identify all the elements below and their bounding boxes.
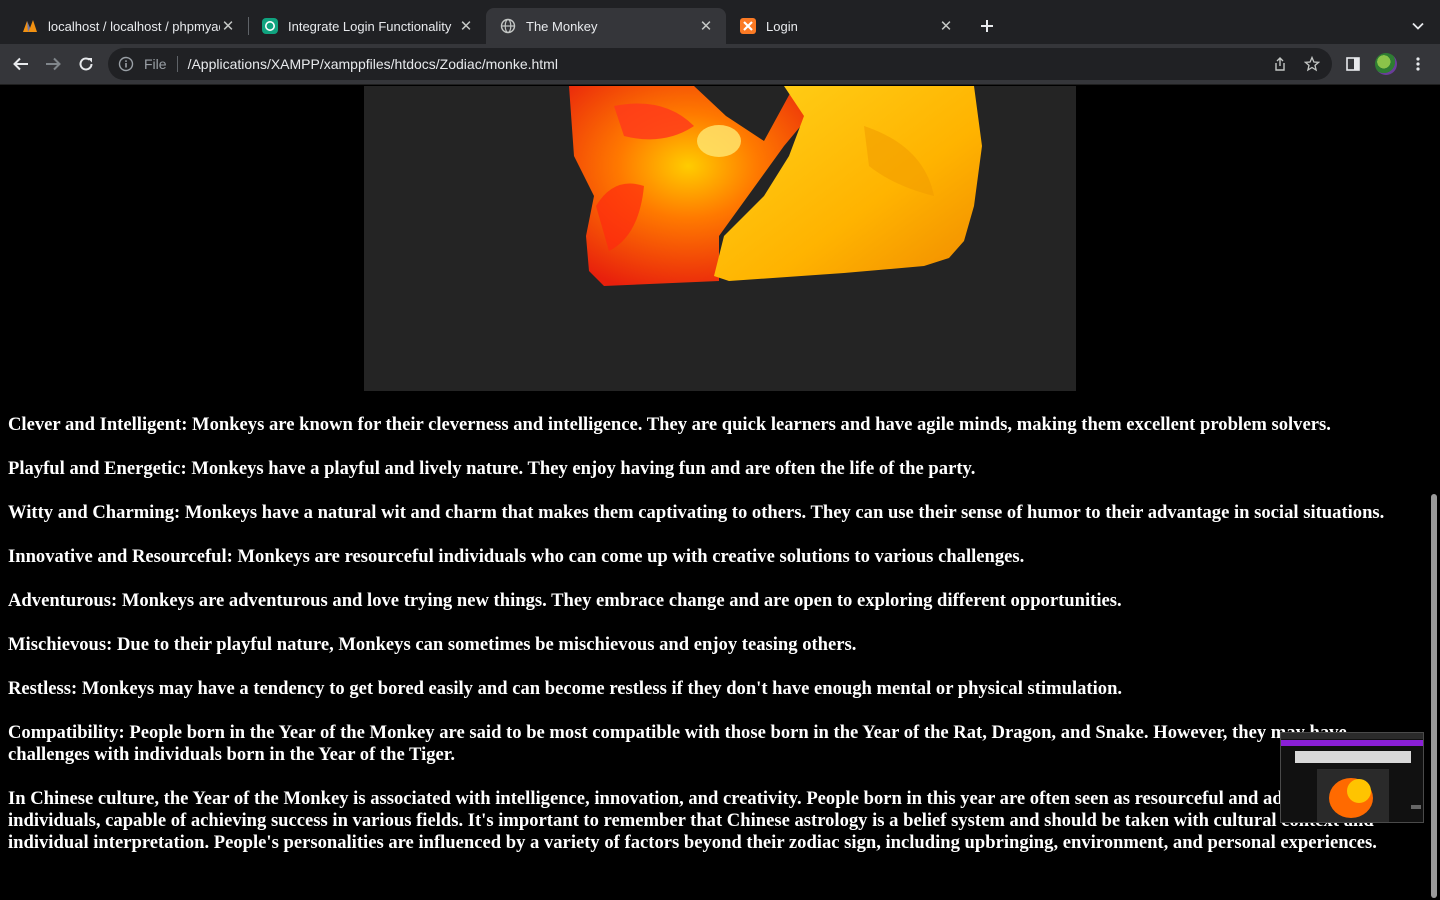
tab-title: localhost / localhost / phpmyadmin — [48, 18, 220, 34]
chevron-down-icon[interactable] — [1408, 15, 1428, 37]
side-panel-icon[interactable] — [1341, 52, 1365, 76]
trait-list: Clever and Intelligent: Monkeys are know… — [8, 414, 1408, 876]
screenshot-preview-thumbnail[interactable] — [1280, 732, 1424, 823]
tab-strip: localhost / localhost / phpmyadmin ✕ Int… — [0, 0, 1440, 44]
back-arrow-icon[interactable] — [9, 52, 33, 76]
profile-avatar[interactable] — [1375, 53, 1397, 75]
tab-integrate-login[interactable]: Integrate Login Functionality ✕ — [248, 8, 486, 44]
close-tab-icon[interactable]: ✕ — [220, 18, 236, 35]
address-bar[interactable]: File /Applications/XAMPP/xamppfiles/htdo… — [108, 48, 1332, 80]
trait-paragraph: Compatibility: People born in the Year o… — [8, 722, 1347, 765]
tab-title: Integrate Login Functionality — [288, 18, 452, 34]
trait-paragraph: Adventurous: Monkeys are adventurous and… — [8, 590, 1122, 611]
close-tab-icon[interactable]: ✕ — [698, 18, 714, 35]
page-scrollbar[interactable] — [1427, 86, 1440, 900]
xampp-icon — [740, 18, 756, 34]
more-menu-icon[interactable] — [1406, 52, 1430, 76]
trait-paragraph: Clever and Intelligent: Monkeys are know… — [8, 414, 1331, 435]
trait-paragraph: Restless: Monkeys may have a tendency to… — [8, 678, 1123, 699]
close-tab-icon[interactable]: ✕ — [458, 18, 474, 35]
trait-paragraph: Witty and Charming: Monkeys have a natur… — [8, 502, 1385, 523]
globe-icon — [500, 18, 516, 34]
browser-toolbar: File /Applications/XAMPP/xamppfiles/htdo… — [0, 44, 1440, 85]
info-icon[interactable] — [118, 56, 134, 72]
bookmark-star-icon[interactable] — [1300, 52, 1324, 76]
chatgpt-icon — [262, 18, 278, 34]
omnibox-divider — [176, 56, 178, 72]
summary-paragraph: In Chinese culture, the Year of the Monk… — [8, 788, 1377, 853]
share-icon[interactable] — [1268, 52, 1292, 76]
tab-title: Login — [766, 18, 798, 34]
trait-paragraph: Innovative and Resourceful: Monkeys are … — [8, 546, 1025, 567]
plus-icon[interactable] — [976, 15, 998, 37]
scrollbar-thumb[interactable] — [1431, 494, 1437, 898]
url-text[interactable]: /Applications/XAMPP/xamppfiles/htdocs/Zo… — [188, 56, 1268, 72]
trait-paragraph: Mischievous: Due to their playful nature… — [8, 634, 857, 655]
scheme-label: File — [144, 56, 167, 72]
page-viewport: Clever and Intelligent: Monkeys are know… — [0, 86, 1440, 900]
phpmyadmin-icon — [22, 18, 38, 34]
tab-the-monkey[interactable]: The Monkey ✕ — [486, 8, 726, 44]
trait-paragraph: Playful and Energetic: Monkeys have a pl… — [8, 458, 976, 479]
close-tab-icon[interactable]: ✕ — [938, 18, 954, 35]
tab-phpmyadmin[interactable]: localhost / localhost / phpmyadmin ✕ — [8, 8, 248, 44]
reload-icon[interactable] — [74, 52, 98, 76]
tab-title: The Monkey — [526, 18, 598, 34]
monkey-image — [364, 86, 1076, 391]
forward-arrow-icon[interactable] — [41, 52, 65, 76]
tab-login[interactable]: Login ✕ — [726, 8, 966, 44]
